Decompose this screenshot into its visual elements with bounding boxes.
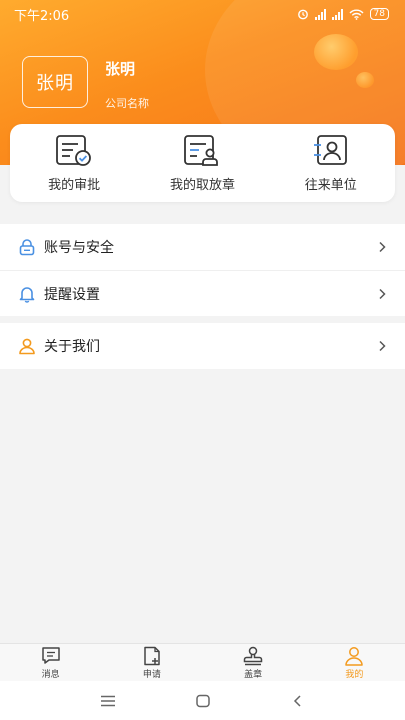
menu-about-us[interactable]: 关于我们	[0, 323, 405, 369]
tab-label: 申请	[142, 669, 161, 680]
signal-icon-2	[331, 8, 343, 20]
message-icon	[41, 646, 60, 664]
tab-stamp[interactable]: 盖章	[213, 644, 293, 681]
quick-action-label: 往来单位	[304, 177, 357, 193]
system-nav-bar	[0, 681, 405, 720]
menu-label: 账号与安全	[44, 240, 114, 256]
tab-messages[interactable]: 消息	[11, 644, 91, 681]
menu-account-security[interactable]: 账号与安全	[0, 224, 405, 270]
menu-label: 关于我们	[44, 339, 100, 355]
menu-label: 提醒设置	[44, 286, 100, 303]
menu-icon[interactable]	[99, 693, 117, 709]
quick-action-my-seal-pickup[interactable]: 我的取放章	[147, 134, 257, 193]
avatar[interactable]: 张明	[22, 56, 88, 108]
quick-action-label: 我的取放章	[169, 177, 235, 193]
bottom-tab-bar: 消息 申请 盖章 我的	[0, 643, 405, 681]
signal-icon-1	[314, 8, 326, 20]
decor-bubble-large	[314, 34, 358, 70]
apply-icon	[144, 646, 160, 665]
status-time: 下午2:06	[14, 8, 70, 24]
tab-mine[interactable]: 我的	[314, 644, 394, 681]
about-group: 关于我们	[0, 323, 405, 369]
decor-bubble-small	[356, 72, 374, 88]
company-name: 公司名称	[105, 97, 149, 110]
wifi-icon	[349, 9, 364, 20]
tab-apply[interactable]: 申请	[112, 644, 192, 681]
tab-label: 我的	[345, 669, 364, 680]
battery-indicator: 78	[369, 8, 389, 20]
stamp-icon	[243, 646, 263, 665]
settings-group: 账号与安全 提醒设置	[0, 224, 405, 316]
seal-pickup-icon	[184, 134, 219, 166]
chevron-right-icon	[379, 241, 386, 253]
menu-reminder-settings[interactable]: 提醒设置	[0, 270, 405, 316]
status-bar: 下午2:06 78	[0, 0, 405, 28]
approval-icon	[56, 134, 92, 166]
home-icon[interactable]	[194, 693, 212, 709]
lock-icon	[18, 238, 36, 256]
quick-action-label: 我的审批	[48, 177, 101, 193]
back-icon[interactable]	[289, 693, 307, 709]
tab-label: 消息	[41, 669, 60, 680]
quick-action-contacts[interactable]: 往来单位	[276, 134, 386, 193]
tab-label: 盖章	[244, 669, 263, 680]
status-icons: 78	[297, 8, 389, 20]
alarm-icon	[297, 9, 308, 20]
quick-actions-card: 我的审批 我的取放章 往来单位	[10, 124, 395, 202]
contacts-icon	[313, 134, 347, 165]
profile-icon	[345, 646, 364, 666]
quick-action-my-approvals[interactable]: 我的审批	[19, 134, 129, 193]
chevron-right-icon	[379, 288, 386, 299]
bell-icon	[18, 285, 36, 303]
chevron-right-icon	[379, 340, 386, 352]
person-icon	[18, 337, 36, 355]
user-name: 张明	[105, 60, 136, 78]
